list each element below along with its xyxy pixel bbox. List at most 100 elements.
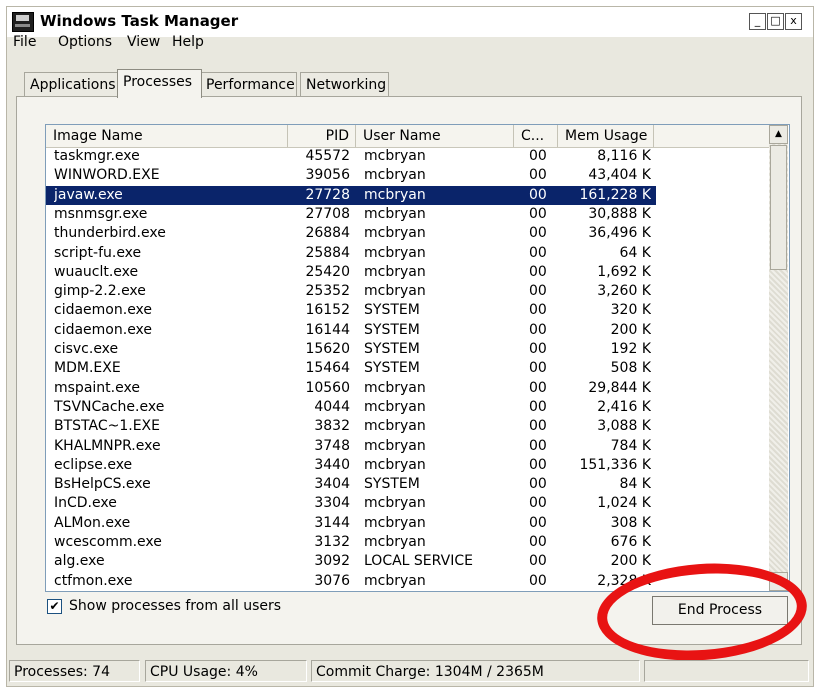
process-cpu: 00 [529,263,547,280]
minimize-button[interactable]: _ [749,13,766,30]
table-row[interactable]: BTSTAC~1.EXE 3832 mcbryan 00 3,088 K [46,417,656,436]
table-row[interactable]: cidaemon.exe 16144 SYSTEM 00 200 K [46,321,656,340]
table-row[interactable]: javaw.exe 27728 mcbryan 00 161,228 K [46,185,656,205]
show-all-users-label: Show processes from all users [69,598,282,614]
show-all-users-checkbox[interactable]: ✔ [47,599,62,614]
status-bar: Processes: 74 CPU Usage: 4% Commit Charg… [9,660,809,682]
tab-processes[interactable]: Processes [117,69,202,98]
process-name: cisvc.exe [54,341,119,357]
table-row[interactable]: alg.exe 3092 LOCAL SERVICE 00 200 K [46,552,656,571]
process-cpu: 00 [529,148,547,164]
process-pid: 27728 [305,186,350,203]
process-cpu: 00 [529,379,547,396]
process-user: SYSTEM [364,341,420,357]
process-user: SYSTEM [364,360,420,377]
process-user: SYSTEM [364,476,420,493]
process-pid: 15464 [305,360,350,377]
menu-file[interactable]: File [13,34,36,50]
column-image-name[interactable]: Image Name [46,125,288,147]
process-pid: 26884 [305,225,350,242]
table-row[interactable]: taskmgr.exe 45572 mcbryan 00 8,116 K [46,147,656,166]
process-name: taskmgr.exe [54,148,140,164]
process-cpu: 00 [529,514,547,531]
process-cpu: 00 [529,495,547,512]
process-mem: 200 K [610,321,651,338]
process-pid: 15620 [305,341,350,357]
window-title: Windows Task Manager [40,12,239,30]
process-cpu: 00 [529,456,547,473]
process-name: KHALMNPR.exe [54,437,161,454]
process-pid: 10560 [305,379,350,396]
scroll-thumb[interactable] [770,145,787,270]
process-name: gimp-2.2.exe [54,283,146,300]
process-user: mcbryan [364,263,426,280]
table-row[interactable]: msnmsgr.exe 27708 mcbryan 00 30,888 K [46,205,656,224]
process-mem: 508 K [610,360,651,377]
process-user: SYSTEM [364,302,420,319]
process-mem: 1,692 K [597,263,651,280]
menu-view[interactable]: View [127,34,160,50]
vertical-scrollbar[interactable]: ▲ ▼ [769,125,788,591]
close-button[interactable]: x [785,13,802,30]
table-row[interactable]: InCD.exe 3304 mcbryan 00 1,024 K [46,494,656,513]
table-row[interactable]: gimp-2.2.exe 25352 mcbryan 00 3,260 K [46,282,656,301]
process-name: javaw.exe [54,186,123,203]
process-cpu: 00 [529,398,547,415]
process-name: TSVNCache.exe [54,398,165,415]
status-empty-pane [644,660,809,682]
process-name: BsHelpCS.exe [54,476,151,493]
process-cpu: 00 [529,418,547,435]
process-user: mcbryan [364,437,426,454]
menu-options[interactable]: Options [58,34,112,50]
table-row[interactable]: wcescomm.exe 3132 mcbryan 00 676 K [46,533,656,552]
table-row[interactable]: MDM.EXE 15464 SYSTEM 00 508 K [46,359,656,378]
table-row[interactable]: thunderbird.exe 26884 mcbryan 00 36,496 K [46,224,656,243]
status-cpu-usage: CPU Usage: 4% [145,660,307,682]
table-row[interactable]: ALMon.exe 3144 mcbryan 00 308 K [46,514,656,533]
table-row[interactable]: TSVNCache.exe 4044 mcbryan 00 2,416 K [46,398,656,417]
tab-performance[interactable]: Performance [200,72,297,96]
process-name: thunderbird.exe [54,225,166,242]
process-user: mcbryan [364,514,426,531]
table-row[interactable]: BsHelpCS.exe 3404 SYSTEM 00 84 K [46,475,656,494]
table-row[interactable]: eclipse.exe 3440 mcbryan 00 151,336 K [46,456,656,475]
table-row[interactable]: KHALMNPR.exe 3748 mcbryan 00 784 K [46,437,656,456]
table-row[interactable]: mspaint.exe 10560 mcbryan 00 29,844 K [46,379,656,398]
status-commit-charge: Commit Charge: 1304M / 2365M [311,660,640,682]
tab-networking[interactable]: Networking [300,72,389,96]
scroll-up-icon[interactable]: ▲ [769,125,788,144]
tab-applications[interactable]: Applications [24,72,120,96]
process-user: mcbryan [364,456,426,473]
process-pid: 45572 [305,148,350,164]
table-row[interactable]: ctfmon.exe 3076 mcbryan 00 2,328 K [46,572,656,591]
title-bar[interactable]: Windows Task Manager _ □ x [7,7,813,37]
process-pid: 3132 [314,534,350,550]
column-cpu[interactable]: C... [514,125,558,147]
process-name: mspaint.exe [54,379,140,396]
table-row[interactable]: script-fu.exe 25884 mcbryan 00 64 K [46,244,656,263]
menu-help[interactable]: Help [172,34,204,50]
process-user: mcbryan [364,186,426,203]
process-mem: 2,416 K [597,398,651,415]
column-user-name[interactable]: User Name [356,125,514,147]
table-row[interactable]: cidaemon.exe 16152 SYSTEM 00 320 K [46,301,656,320]
process-mem: 84 K [619,476,651,493]
column-pid[interactable]: PID [288,125,356,147]
process-mem: 29,844 K [588,379,651,396]
process-list[interactable]: Image Name PID User Name C... Mem Usage … [45,124,790,592]
list-header: Image Name PID User Name C... Mem Usage [46,125,769,148]
maximize-button[interactable]: □ [767,13,784,30]
table-row[interactable]: wuauclt.exe 25420 mcbryan 00 1,692 K [46,263,656,282]
process-name: ALMon.exe [54,514,131,531]
process-mem: 43,404 K [588,167,651,184]
process-name: wcescomm.exe [54,534,162,550]
process-user: mcbryan [364,244,426,261]
process-mem: 676 K [610,534,651,550]
table-row[interactable]: cisvc.exe 15620 SYSTEM 00 192 K [46,340,656,359]
process-cpu: 00 [529,302,547,319]
process-mem: 8,116 K [597,148,651,164]
column-mem-usage[interactable]: Mem Usage [558,125,654,147]
process-pid: 3404 [314,476,350,493]
table-row[interactable]: WINWORD.EXE 39056 mcbryan 00 43,404 K [46,166,656,185]
process-cpu: 00 [529,186,547,203]
